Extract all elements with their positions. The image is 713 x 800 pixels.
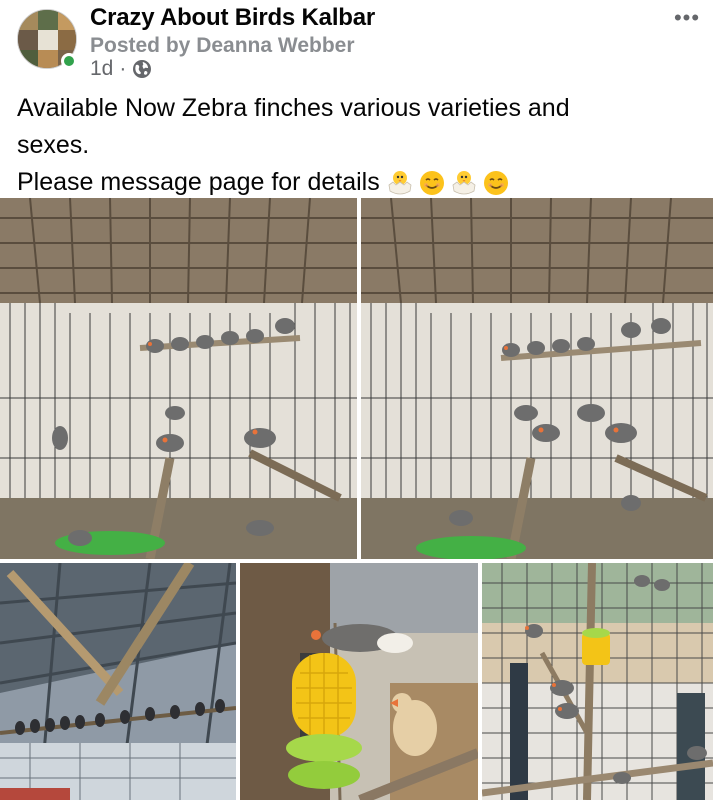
emoji-group bbox=[386, 169, 510, 197]
hatching-chick-emoji bbox=[452, 171, 476, 195]
post-text: Available Now Zebra finches various vari… bbox=[17, 90, 697, 201]
page-avatar[interactable] bbox=[17, 9, 77, 69]
post-timestamp[interactable]: 1d bbox=[90, 57, 113, 81]
post-photo-1[interactable] bbox=[0, 198, 357, 559]
post-photo-2[interactable] bbox=[361, 198, 713, 559]
hatching-chick-emoji bbox=[388, 171, 412, 195]
online-status-dot bbox=[61, 53, 77, 69]
post-meta: 1d · bbox=[90, 57, 152, 81]
post-text-line-2: sexes. bbox=[17, 131, 90, 159]
post-photo-5[interactable] bbox=[482, 563, 713, 800]
posted-by-label: Posted by Deanna Webber bbox=[90, 34, 355, 57]
page-name-link[interactable]: Crazy About Birds Kalbar bbox=[90, 4, 375, 32]
aviary-branches-photo bbox=[482, 563, 713, 800]
cage-photo-2 bbox=[361, 198, 713, 559]
globe-icon[interactable] bbox=[132, 59, 152, 79]
cage-photo-1 bbox=[0, 198, 357, 559]
post-text-line-1: Available Now Zebra finches various vari… bbox=[17, 94, 570, 122]
more-options-icon[interactable]: ••• bbox=[671, 7, 703, 32]
aviary-roof-photo bbox=[0, 563, 236, 800]
post-header: Crazy About Birds Kalbar Posted by Deann… bbox=[0, 0, 713, 86]
post-photo-4[interactable] bbox=[240, 563, 478, 800]
post-text-line-3: Please message page for details bbox=[17, 164, 697, 201]
post-photo-3[interactable] bbox=[0, 563, 236, 800]
smiling-face-emoji bbox=[419, 171, 444, 196]
meta-separator: · bbox=[119, 57, 127, 80]
corn-feeder-photo bbox=[240, 563, 478, 800]
post-text-line-3-text: Please message page for details bbox=[17, 168, 380, 196]
smiling-face-emoji bbox=[483, 171, 508, 196]
